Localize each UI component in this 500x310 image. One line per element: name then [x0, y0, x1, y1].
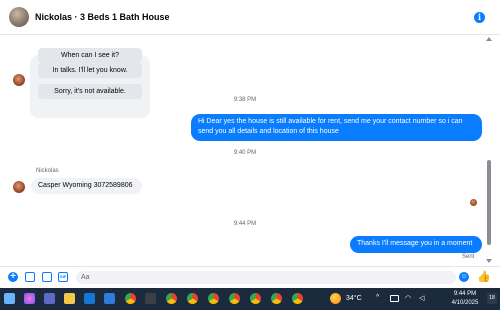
- quick-reply-button[interactable]: When can I see it?: [38, 48, 142, 63]
- chrome-icon[interactable]: [187, 293, 198, 304]
- outgoing-message[interactable]: Hi Dear yes the house is still available…: [191, 114, 482, 141]
- chrome-icon[interactable]: [271, 293, 282, 304]
- chat-title[interactable]: Nickolas · 3 Beds 1 Bath House: [35, 12, 170, 22]
- emoji-icon[interactable]: ☺: [459, 272, 469, 282]
- clock-date[interactable]: 4/10/2025: [446, 300, 484, 306]
- sender-avatar[interactable]: [13, 74, 25, 86]
- outlook-icon[interactable]: [84, 293, 95, 304]
- outgoing-message[interactable]: Thanks I'll message you in a moment: [350, 236, 482, 253]
- file-explorer-icon[interactable]: [64, 293, 75, 304]
- timestamp: 9:40 PM: [233, 150, 257, 156]
- scroll-down-arrow[interactable]: [486, 259, 492, 263]
- app-icon[interactable]: [145, 293, 156, 304]
- store-icon[interactable]: [104, 293, 115, 304]
- sticker-icon[interactable]: [42, 272, 52, 282]
- task-view-icon[interactable]: [44, 293, 55, 304]
- sender-avatar[interactable]: [13, 181, 25, 193]
- chrome-icon[interactable]: [250, 293, 261, 304]
- message-input[interactable]: [76, 271, 456, 284]
- chrome-icon[interactable]: [125, 293, 136, 304]
- scrollbar-thumb[interactable]: [487, 160, 491, 245]
- display-icon[interactable]: [390, 295, 399, 302]
- volume-icon[interactable]: ◁: [419, 294, 424, 302]
- chrome-icon[interactable]: [229, 293, 240, 304]
- temperature[interactable]: 34°C: [346, 295, 362, 302]
- info-icon[interactable]: i: [474, 12, 485, 23]
- gif-icon[interactable]: GIF: [58, 272, 68, 282]
- sender-name: Nickolas: [36, 168, 59, 174]
- quick-replies-card: When can I see it? In talks. I'll let yo…: [30, 48, 150, 118]
- clock-time[interactable]: 9:44 PM: [450, 291, 480, 297]
- photo-icon[interactable]: [25, 272, 35, 282]
- composer-bar: + GIF ☺ 👍: [0, 266, 500, 288]
- message-list: When can I see it? In talks. I'll let yo…: [0, 35, 500, 266]
- notification-badge[interactable]: 18: [487, 293, 497, 304]
- incoming-message[interactable]: Casper Wyoming 3072589806: [31, 178, 142, 194]
- plus-circle-icon[interactable]: +: [8, 272, 18, 282]
- chrome-icon[interactable]: [208, 293, 219, 304]
- scroll-up-arrow[interactable]: [486, 37, 492, 41]
- timestamp: 9:44 PM: [233, 221, 257, 227]
- weather-icon[interactable]: [330, 293, 341, 304]
- timestamp: 9:38 PM: [233, 97, 257, 103]
- chat-header: Nickolas · 3 Beds 1 Bath House i: [0, 0, 500, 35]
- search-icon[interactable]: [4, 293, 15, 304]
- chrome-icon[interactable]: [292, 293, 303, 304]
- seen-avatar: [470, 199, 477, 206]
- message-status: Sent: [462, 254, 475, 260]
- quick-reply-button[interactable]: In talks. I'll let you know.: [38, 63, 142, 78]
- windows-taskbar: 34°C ^ ◠ ◁ 9:44 PM 4/10/2025 18: [0, 288, 500, 310]
- chevron-up-icon[interactable]: ^: [376, 294, 379, 301]
- quick-reply-button[interactable]: Sorry, it's not available.: [38, 84, 142, 99]
- wifi-icon[interactable]: ◠: [405, 294, 411, 302]
- thumbs-up-icon[interactable]: 👍: [477, 271, 491, 283]
- contact-avatar[interactable]: [9, 7, 29, 27]
- chrome-icon[interactable]: [166, 293, 177, 304]
- copilot-icon[interactable]: [24, 293, 35, 304]
